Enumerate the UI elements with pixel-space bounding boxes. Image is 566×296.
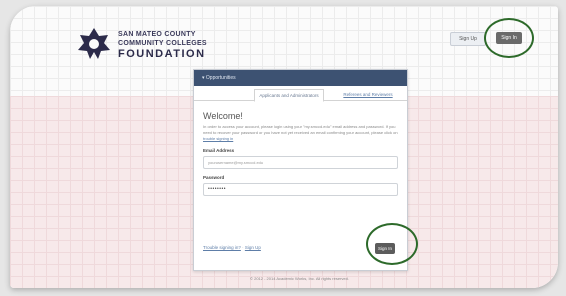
- intro-text: In order to access your account, please …: [203, 124, 398, 142]
- intro-trouble-link[interactable]: trouble signing in: [203, 136, 233, 141]
- tab-applicants[interactable]: Applicants and Administrators: [254, 89, 324, 102]
- welcome-heading: Welcome!: [203, 111, 243, 121]
- trouble-signing-in-link[interactable]: Trouble signing in?: [203, 245, 241, 250]
- password-label: Password: [203, 175, 225, 180]
- tab-bar: Applicants and Administrators Referees a…: [194, 86, 407, 102]
- sign-up-link[interactable]: Sign Up: [245, 245, 261, 250]
- brand-line-3: FOUNDATION: [118, 48, 206, 60]
- card-body: Welcome! In order to access your account…: [194, 101, 407, 202]
- email-label: Email Address: [203, 148, 235, 153]
- copyright-text: © 2012 - 2014 Academic Works, Inc. All r…: [250, 276, 349, 281]
- foundation-logo-icon: [76, 26, 112, 65]
- brand-line-2: COMMUNITY COLLEGES: [118, 40, 207, 47]
- card-title[interactable]: ▾ Opportunities: [194, 70, 407, 86]
- email-field[interactable]: yourusername@my.smccd.edu: [203, 156, 398, 169]
- brand-logo[interactable]: SAN MATEO COUNTY COMMUNITY COLLEGES FOUN…: [76, 26, 207, 65]
- card-links: Trouble signing in? · Sign Up: [203, 245, 261, 250]
- password-field[interactable]: ••••••••: [203, 183, 398, 196]
- brand-line-1: SAN MATEO COUNTY: [118, 31, 196, 38]
- screenshot-frame: SAN MATEO COUNTY COMMUNITY COLLEGES FOUN…: [10, 6, 558, 288]
- brand-text: SAN MATEO COUNTY COMMUNITY COLLEGES FOUN…: [118, 30, 207, 61]
- intro-copy: In order to access your account, please …: [203, 124, 398, 135]
- tab-referees[interactable]: Referees and Reviewers: [334, 89, 402, 100]
- sign-up-button[interactable]: Sign Up: [450, 32, 486, 46]
- highlight-circle-card-signin: [366, 223, 418, 265]
- highlight-circle-header-signin: [484, 18, 534, 58]
